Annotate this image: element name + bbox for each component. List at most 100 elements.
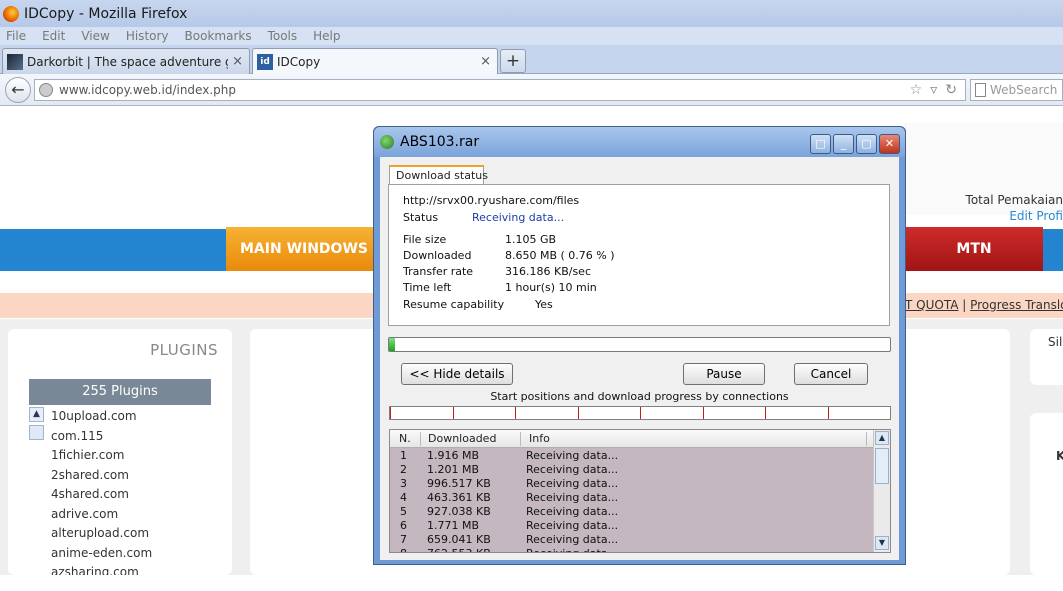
connections-rows: 1 1.916 MB Receiving data... 2 1.201 MB Recei… xyxy=(390,449,874,552)
window-title: IDCopy - Mozilla Firefox xyxy=(24,5,188,22)
table-row[interactable]: 6 1.771 MB Receiving data... xyxy=(390,519,874,533)
menu-view[interactable]: View xyxy=(81,29,109,43)
right-panel-text: K xyxy=(1056,449,1063,463)
menu-help[interactable]: Help xyxy=(313,29,340,43)
edit-profile-link[interactable]: Edit Profi xyxy=(1009,209,1063,223)
tab-download-status[interactable]: Download status xyxy=(389,165,488,185)
quota-links: T QUOTA | Progress Transload xyxy=(905,298,1063,312)
plugins-count: 255 Plugins xyxy=(29,379,211,405)
main-windows-tab[interactable]: MAIN WINDOWS xyxy=(226,227,374,271)
column-info[interactable]: Info xyxy=(529,432,550,445)
reload-icon[interactable]: ↻ xyxy=(945,82,957,98)
list-item[interactable]: 4shared.com xyxy=(29,485,211,505)
connection-info: Receiving data... xyxy=(526,449,619,462)
list-item[interactable]: 2shared.com xyxy=(29,466,211,486)
column-downloaded[interactable]: Downloaded xyxy=(428,432,496,445)
connection-downloaded: 1.916 MB xyxy=(427,449,480,462)
list-item[interactable]: azsharing.com xyxy=(29,563,211,575)
menu-tools[interactable]: Tools xyxy=(268,29,298,43)
search-engine-icon[interactable] xyxy=(975,83,986,97)
back-button[interactable]: ← xyxy=(5,77,31,103)
close-tab-icon[interactable]: × xyxy=(480,54,491,69)
table-row[interactable]: 3 996.517 KB Receiving data... xyxy=(390,477,874,491)
tab-label: Darkorbit | The space adventure game fo.… xyxy=(27,54,228,69)
dialog-titlebar[interactable]: ABS103.rar □ _ ▢ ✕ xyxy=(374,127,905,157)
table-row[interactable]: 8 762.553 KB Receiving data... xyxy=(390,547,874,552)
connection-start-marker xyxy=(702,407,704,419)
connection-number: 7 xyxy=(400,533,407,546)
list-item[interactable]: anime-eden.com xyxy=(29,544,211,564)
list-item[interactable]: adrive.com xyxy=(29,505,211,525)
history-dropdown-icon[interactable]: ▿ xyxy=(930,82,937,98)
quota-link[interactable]: T QUOTA xyxy=(905,298,958,312)
transfer-rate-value: 316.186 KB/sec xyxy=(505,265,591,278)
table-row[interactable]: 2 1.201 MB Receiving data... xyxy=(390,463,874,477)
download-url: http://srvx00.ryushare.com/files xyxy=(403,194,580,207)
table-row[interactable]: 5 927.038 KB Receiving data... xyxy=(390,505,874,519)
connection-number: 5 xyxy=(400,505,407,518)
close-tab-icon[interactable]: × xyxy=(232,54,243,69)
column-separator xyxy=(520,432,521,446)
scroll-up-icon[interactable]: ▲ xyxy=(875,431,889,445)
tab-darkorbit[interactable]: Darkorbit | The space adventure game fo.… xyxy=(2,48,250,74)
mtn-tab[interactable]: MTN xyxy=(905,227,1043,271)
firefox-logo-icon xyxy=(3,5,19,22)
list-item[interactable]: alterupload.com xyxy=(29,524,211,544)
plugin-scrollbar-thumb[interactable] xyxy=(29,425,44,440)
connection-start-marker xyxy=(577,407,579,419)
navigation-bar: ← www.idcopy.web.id/index.php ☆ ▿ ↻ WebS… xyxy=(0,74,1063,106)
tab-idcopy[interactable]: id IDCopy × xyxy=(252,48,498,74)
table-row[interactable]: 7 659.041 KB Receiving data... xyxy=(390,533,874,547)
search-bar[interactable]: WebSearch xyxy=(970,79,1063,101)
list-item[interactable]: 1fichier.com xyxy=(29,446,211,466)
menu-bookmarks[interactable]: Bookmarks xyxy=(185,29,252,43)
right-panel-text: Sila xyxy=(1048,335,1063,349)
connection-start-marker xyxy=(827,407,829,419)
pause-button[interactable]: Pause xyxy=(683,363,765,385)
tray-icon[interactable]: □ xyxy=(810,134,831,154)
connection-info: Receiving data... xyxy=(526,463,619,476)
minimize-icon[interactable]: _ xyxy=(833,134,854,154)
table-scrollbar[interactable]: ▲ ▼ xyxy=(873,430,890,552)
connection-start-marker xyxy=(765,407,766,419)
connection-number: 8 xyxy=(400,547,407,552)
plugin-scroll-up-icon[interactable]: ▲ xyxy=(29,407,44,422)
connection-info: Receiving data... xyxy=(526,505,619,518)
list-item[interactable]: com.115 xyxy=(29,427,211,447)
url-text: www.idcopy.web.id/index.php xyxy=(59,83,236,97)
connection-number: 1 xyxy=(400,449,407,462)
progress-fill xyxy=(389,338,395,351)
cancel-button[interactable]: Cancel xyxy=(794,363,868,385)
url-bar[interactable]: www.idcopy.web.id/index.php ☆ ▿ ↻ xyxy=(34,79,966,101)
close-icon[interactable]: ✕ xyxy=(879,134,900,154)
list-item[interactable]: 10upload.com xyxy=(29,407,211,427)
new-tab-button[interactable]: + xyxy=(500,49,526,73)
maximize-icon[interactable]: ▢ xyxy=(856,134,877,154)
connection-start-marker xyxy=(515,407,516,419)
table-row[interactable]: 4 463.361 KB Receiving data... xyxy=(390,491,874,505)
table-row[interactable]: 1 1.916 MB Receiving data... xyxy=(390,449,874,463)
resume-value: Yes xyxy=(535,298,553,311)
column-number[interactable]: N. xyxy=(399,432,411,445)
progress-transload-link[interactable]: Progress Transload xyxy=(970,298,1063,312)
menu-edit[interactable]: Edit xyxy=(42,29,65,43)
dialog-body: Download status http://srvx00.ryushare.c… xyxy=(380,157,899,560)
dialog-title: ABS103.rar xyxy=(400,134,480,150)
menu-bar: File Edit View History Bookmarks Tools H… xyxy=(0,27,1063,45)
connection-start-marker xyxy=(452,407,454,419)
status-panel: http://srvx00.ryushare.com/files Status … xyxy=(388,184,890,326)
menu-history[interactable]: History xyxy=(126,29,169,43)
bookmark-star-icon[interactable]: ☆ xyxy=(910,82,923,98)
resume-label: Resume capability xyxy=(403,298,505,311)
connections-table: N. Downloaded Info 1 1.916 MB Receiving da… xyxy=(389,429,891,553)
connection-number: 2 xyxy=(400,463,407,476)
file-size-value: 1.105 GB xyxy=(505,233,557,246)
scroll-down-icon[interactable]: ▼ xyxy=(875,536,889,550)
status-label: Status xyxy=(403,211,439,224)
menu-file[interactable]: File xyxy=(6,29,26,43)
connection-info: Receiving data... xyxy=(526,533,619,546)
right-panel-top: Sila xyxy=(1030,329,1063,385)
scrollbar-thumb[interactable] xyxy=(875,448,889,484)
hide-details-button[interactable]: << Hide details xyxy=(401,363,513,385)
table-header: N. Downloaded Info xyxy=(390,430,874,448)
